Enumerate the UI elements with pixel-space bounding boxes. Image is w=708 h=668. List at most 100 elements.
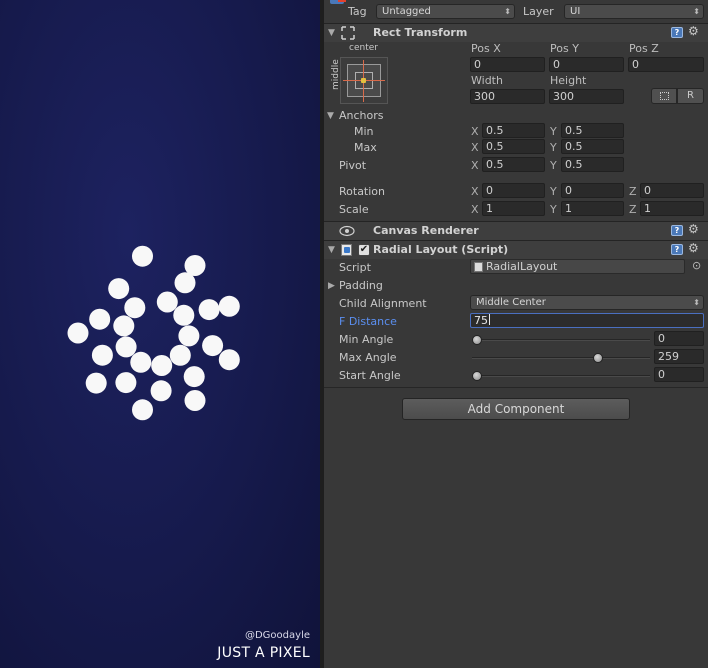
pivot-label: Pivot	[339, 159, 367, 172]
padding-label[interactable]: Padding	[339, 279, 383, 292]
anchor-pivot-dot	[361, 78, 366, 83]
layout-child-dot	[184, 255, 206, 276]
rotation-y-axis: Y	[550, 185, 557, 198]
help-icon[interactable]: ?	[671, 225, 683, 236]
width-field[interactable]: 300	[470, 89, 545, 104]
max-angle-slider-track[interactable]	[472, 357, 650, 359]
gear-icon[interactable]: ⚙	[688, 222, 699, 236]
script-icon-badge	[344, 247, 350, 253]
layout-child-dot	[89, 308, 111, 330]
layout-child-dot	[183, 366, 205, 388]
pos-y-field[interactable]: 0	[549, 57, 624, 72]
radial-layout-header[interactable]: ▼ ✔ Radial Layout (Script) ? ⚙	[324, 240, 708, 259]
rect-transform-header[interactable]: ▼ Rect Transform ? ⚙	[324, 23, 708, 42]
scale-label: Scale	[339, 203, 369, 216]
f-distance-field[interactable]: 75	[470, 313, 704, 328]
blueprint-mode-button[interactable]	[651, 88, 677, 104]
layer-value: UI	[570, 6, 581, 17]
layout-child-dot	[115, 372, 137, 394]
tag-value: Untagged	[382, 6, 431, 17]
component-enabled-checkbox[interactable]: ✔	[358, 244, 370, 256]
add-component-label: Add Component	[467, 402, 565, 416]
scale-z-field[interactable]: 1	[640, 201, 704, 216]
min-angle-field[interactable]: 0	[654, 331, 704, 346]
rotation-label: Rotation	[339, 185, 386, 198]
canvas-renderer-header[interactable]: Canvas Renderer ? ⚙	[324, 221, 708, 240]
radial-layout-title: Radial Layout (Script)	[373, 243, 509, 256]
help-icon[interactable]: ?	[671, 27, 683, 38]
scale-x-field[interactable]: 1	[482, 201, 545, 216]
script-value: RadialLayout	[486, 260, 558, 273]
layout-child-dot	[198, 299, 220, 321]
checkmark-icon: ✔	[359, 244, 369, 255]
anchors-min-y-field[interactable]: 0.5	[561, 123, 624, 138]
raw-edit-button[interactable]: R	[677, 88, 704, 104]
anchors-min-label: Min	[354, 125, 374, 138]
eye-icon	[339, 225, 355, 237]
min-angle-slider-thumb[interactable]	[472, 335, 482, 345]
game-view: @DGoodayle JUST A PIXEL	[0, 0, 320, 668]
script-label: Script	[339, 261, 371, 274]
max-angle-field[interactable]: 259	[654, 349, 704, 364]
rotation-x-axis: X	[471, 185, 479, 198]
pivot-y-field[interactable]: 0.5	[561, 157, 624, 172]
canvas-renderer-title: Canvas Renderer	[373, 224, 479, 237]
rect-transform-title: Rect Transform	[373, 26, 468, 39]
max-angle-slider-thumb[interactable]	[592, 353, 603, 363]
pos-x-label: Pos X	[471, 42, 501, 55]
pos-z-field[interactable]: 0	[628, 57, 704, 72]
script-field[interactable]: RadialLayout	[470, 259, 685, 274]
dropdown-arrows-icon: ⬍	[693, 7, 700, 16]
dropdown-arrows-icon: ⬍	[693, 298, 700, 307]
rotation-z-field[interactable]: 0	[640, 183, 704, 198]
scale-y-axis: Y	[550, 203, 557, 216]
height-field[interactable]: 300	[549, 89, 624, 104]
gameobject-icon-accent	[338, 0, 346, 2]
anchors-max-y-field[interactable]: 0.5	[561, 139, 624, 154]
collapse-triangle-icon[interactable]: ▼	[328, 28, 335, 38]
help-icon[interactable]: ?	[671, 244, 683, 255]
anchors-min-x-field[interactable]: 0.5	[482, 123, 545, 138]
anchors-min-y-axis: Y	[550, 125, 557, 138]
scale-y-field[interactable]: 1	[561, 201, 624, 216]
radial-layout-preview	[67, 245, 240, 421]
layout-child-dot	[132, 399, 153, 421]
gear-icon[interactable]: ⚙	[688, 241, 699, 255]
start-angle-slider-thumb[interactable]	[472, 371, 482, 381]
anchors-max-x-axis: X	[471, 141, 479, 154]
pos-x-field[interactable]: 0	[470, 57, 545, 72]
pos-y-label: Pos Y	[550, 42, 579, 55]
add-component-button[interactable]: Add Component	[402, 398, 630, 420]
layout-child-dot	[169, 344, 191, 366]
pos-z-label: Pos Z	[629, 42, 659, 55]
tag-dropdown[interactable]: Untagged ⬍	[376, 4, 515, 19]
layout-child-dot	[184, 390, 206, 411]
child-alignment-dropdown[interactable]: Middle Center ⬍	[470, 295, 704, 310]
section-divider	[324, 387, 708, 388]
layer-dropdown[interactable]: UI ⬍	[564, 4, 704, 19]
rotation-x-field[interactable]: 0	[482, 183, 545, 198]
layout-child-dot	[156, 291, 178, 313]
anchors-max-x-field[interactable]: 0.5	[482, 139, 545, 154]
child-alignment-value: Middle Center	[476, 297, 546, 308]
anchors-triangle-icon[interactable]: ▼	[327, 111, 334, 121]
anchor-presets-button[interactable]	[340, 57, 388, 104]
start-angle-slider-track[interactable]	[472, 375, 650, 377]
min-angle-label: Min Angle	[339, 333, 394, 346]
layout-child-dot	[218, 349, 240, 371]
object-picker-icon[interactable]: ⊙	[692, 259, 701, 272]
script-file-icon	[474, 262, 483, 272]
pivot-x-field[interactable]: 0.5	[482, 157, 545, 172]
start-angle-field[interactable]: 0	[654, 367, 704, 382]
rotation-y-field[interactable]: 0	[561, 183, 624, 198]
layout-child-dot	[113, 315, 135, 337]
f-distance-label: F Distance	[339, 315, 397, 328]
credit-handle: @DGoodayle	[244, 630, 310, 641]
f-distance-value: 75	[474, 314, 488, 327]
gear-icon[interactable]: ⚙	[688, 24, 699, 38]
min-angle-slider-track[interactable]	[472, 339, 650, 341]
padding-triangle-icon[interactable]: ▶	[328, 281, 335, 291]
anchors-label[interactable]: Anchors	[339, 109, 384, 122]
collapse-triangle-icon[interactable]: ▼	[328, 245, 335, 255]
anchor-horizontal-label: center	[349, 43, 378, 53]
